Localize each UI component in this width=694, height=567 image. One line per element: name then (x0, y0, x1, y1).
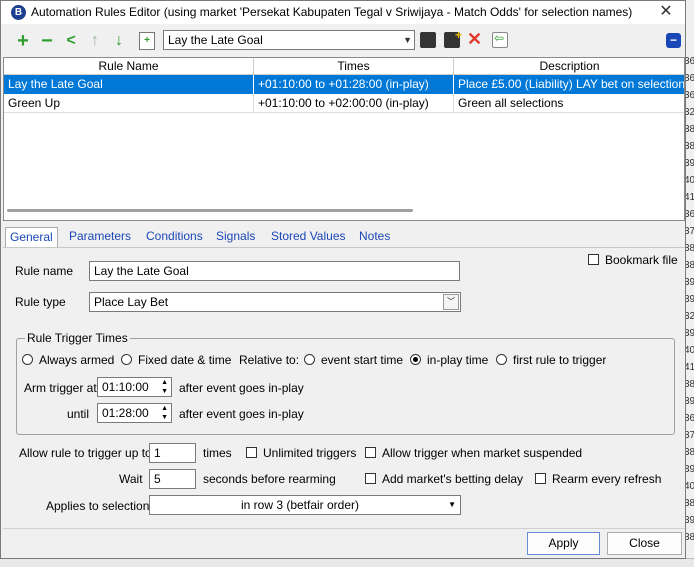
fixed-date-radio[interactable] (121, 354, 132, 365)
allow-trigger-label: Allow rule to trigger up to (19, 446, 152, 460)
move-up-icon[interactable]: ↑ (85, 31, 105, 51)
applies-to-select[interactable]: in row 3 (betfair order) ▼ (149, 495, 461, 515)
column-header-times[interactable]: Times (254, 58, 454, 75)
row-description: Green all selections (458, 96, 564, 110)
import-icon[interactable]: ⇦ (492, 31, 508, 48)
unlimited-triggers-label: Unlimited triggers (263, 446, 357, 460)
arm-trigger-time-input[interactable]: 01:10:00 ▲ ▼ (97, 377, 172, 397)
column-header-description[interactable]: Description (454, 58, 684, 75)
tab-strip: General Parameters Conditions Signals St… (3, 227, 685, 247)
applies-to-label: Applies to selection (46, 499, 150, 513)
row-times: +01:10:00 to +01:28:00 (in-play) (254, 75, 454, 94)
chevron-down-icon: ﹀ (443, 294, 459, 310)
tab-notes[interactable]: Notes (355, 227, 394, 247)
row-rule-name: Lay the Late Goal (4, 75, 254, 94)
rearm-refresh-checkbox[interactable] (535, 473, 546, 484)
rule-type-select[interactable]: Place Lay Bet ﹀ (89, 292, 461, 312)
always-armed-label: Always armed (39, 353, 115, 367)
rules-grid: Rule Name Times Description Lay the Late… (3, 57, 685, 221)
tab-parameters[interactable]: Parameters (65, 227, 135, 247)
title-bar: B Automation Rules Editor (using market … (1, 1, 685, 24)
apply-button[interactable]: Apply (527, 532, 600, 555)
betting-delay-label: Add market's betting delay (382, 472, 524, 486)
bookmark-checkbox[interactable] (588, 254, 599, 265)
rule-trigger-times-title: Rule Trigger Times (25, 331, 130, 345)
window-close-button[interactable]: ✕ (651, 1, 681, 23)
share-icon[interactable]: < (61, 31, 81, 51)
rearm-refresh-label: Rearm every refresh (552, 472, 662, 486)
delete-icon[interactable]: ✕ (467, 29, 482, 50)
bookmark-label: Bookmark file (605, 253, 678, 267)
relative-to-label: Relative to: (239, 353, 300, 367)
wait-label: Wait (119, 472, 143, 486)
chevron-down-icon: ▼ (448, 500, 456, 509)
background-app-bottom (0, 558, 694, 567)
rule-name-input[interactable]: Lay the Late Goal (89, 261, 460, 281)
allow-suspended-checkbox[interactable] (365, 447, 376, 458)
event-start-label: event start time (321, 353, 404, 367)
tab-conditions[interactable]: Conditions (142, 227, 207, 247)
app-logo-icon: B (11, 5, 26, 20)
rule-type-value: Place Lay Bet (94, 295, 169, 309)
always-armed-radio[interactable] (22, 354, 33, 365)
divider (3, 528, 685, 529)
applies-to-value: in row 3 (betfair order) (240, 498, 360, 512)
rule-select[interactable]: Lay the Late Goal ▼ (163, 30, 415, 50)
until-value: 01:28:00 (102, 406, 149, 420)
until-suffix: after event goes in-play (179, 407, 304, 421)
arm-trigger-value: 01:10:00 (102, 380, 149, 394)
column-header-rule-name[interactable]: Rule Name (4, 58, 254, 75)
wait-seconds-input[interactable]: 5 (149, 469, 196, 489)
spinner-icon[interactable]: ▲ ▼ (161, 404, 168, 422)
rule-type-label: Rule type (15, 295, 66, 309)
save-new-icon[interactable]: + (444, 28, 462, 48)
unlimited-triggers-checkbox[interactable] (246, 447, 257, 458)
trigger-count-input[interactable]: 1 (149, 443, 196, 463)
chevron-down-icon: ▼ (403, 35, 412, 45)
remove-icon[interactable]: − (37, 31, 57, 51)
new-file-icon[interactable]: + (139, 32, 155, 50)
inplay-time-label: in-play time (427, 353, 489, 367)
row-times: +01:10:00 to +02:00:00 (in-play) (254, 94, 454, 113)
fixed-date-label: Fixed date & time (138, 353, 232, 367)
event-start-radio[interactable] (304, 354, 315, 365)
save-icon[interactable] (420, 32, 436, 48)
tab-signals[interactable]: Signals (212, 227, 259, 247)
close-button[interactable]: Close (607, 532, 682, 555)
arm-trigger-label: Arm trigger at (24, 381, 97, 395)
tab-general[interactable]: General (5, 227, 58, 247)
inplay-time-radio[interactable] (410, 354, 421, 365)
collapse-icon[interactable]: − (666, 33, 681, 48)
tab-stored-values[interactable]: Stored Values (267, 227, 350, 247)
window-title: Automation Rules Editor (using market 'P… (31, 5, 633, 19)
until-time-input[interactable]: 01:28:00 ▲ ▼ (97, 403, 172, 423)
add-icon[interactable]: + (13, 31, 33, 51)
arm-trigger-suffix: after event goes in-play (179, 381, 304, 395)
betting-delay-checkbox[interactable] (365, 473, 376, 484)
seconds-label: seconds before rearming (203, 472, 336, 486)
row-description: Place £5.00 (Liability) LAY bet on selec… (458, 77, 685, 91)
first-rule-radio[interactable] (496, 354, 507, 365)
row-rule-name: Green Up (4, 94, 254, 113)
times-label: times (203, 446, 232, 460)
rule-name-label: Rule name (15, 264, 74, 278)
until-label: until (67, 407, 90, 421)
allow-suspended-label: Allow trigger when market suspended (382, 446, 583, 460)
horizontal-scrollbar[interactable] (7, 209, 413, 212)
automation-rules-editor-window: B Automation Rules Editor (using market … (0, 0, 686, 559)
first-rule-label: first rule to trigger (513, 353, 607, 367)
move-down-icon[interactable]: ↓ (109, 31, 129, 51)
rule-select-value: Lay the Late Goal (168, 33, 263, 47)
spinner-icon[interactable]: ▲ ▼ (161, 378, 168, 396)
